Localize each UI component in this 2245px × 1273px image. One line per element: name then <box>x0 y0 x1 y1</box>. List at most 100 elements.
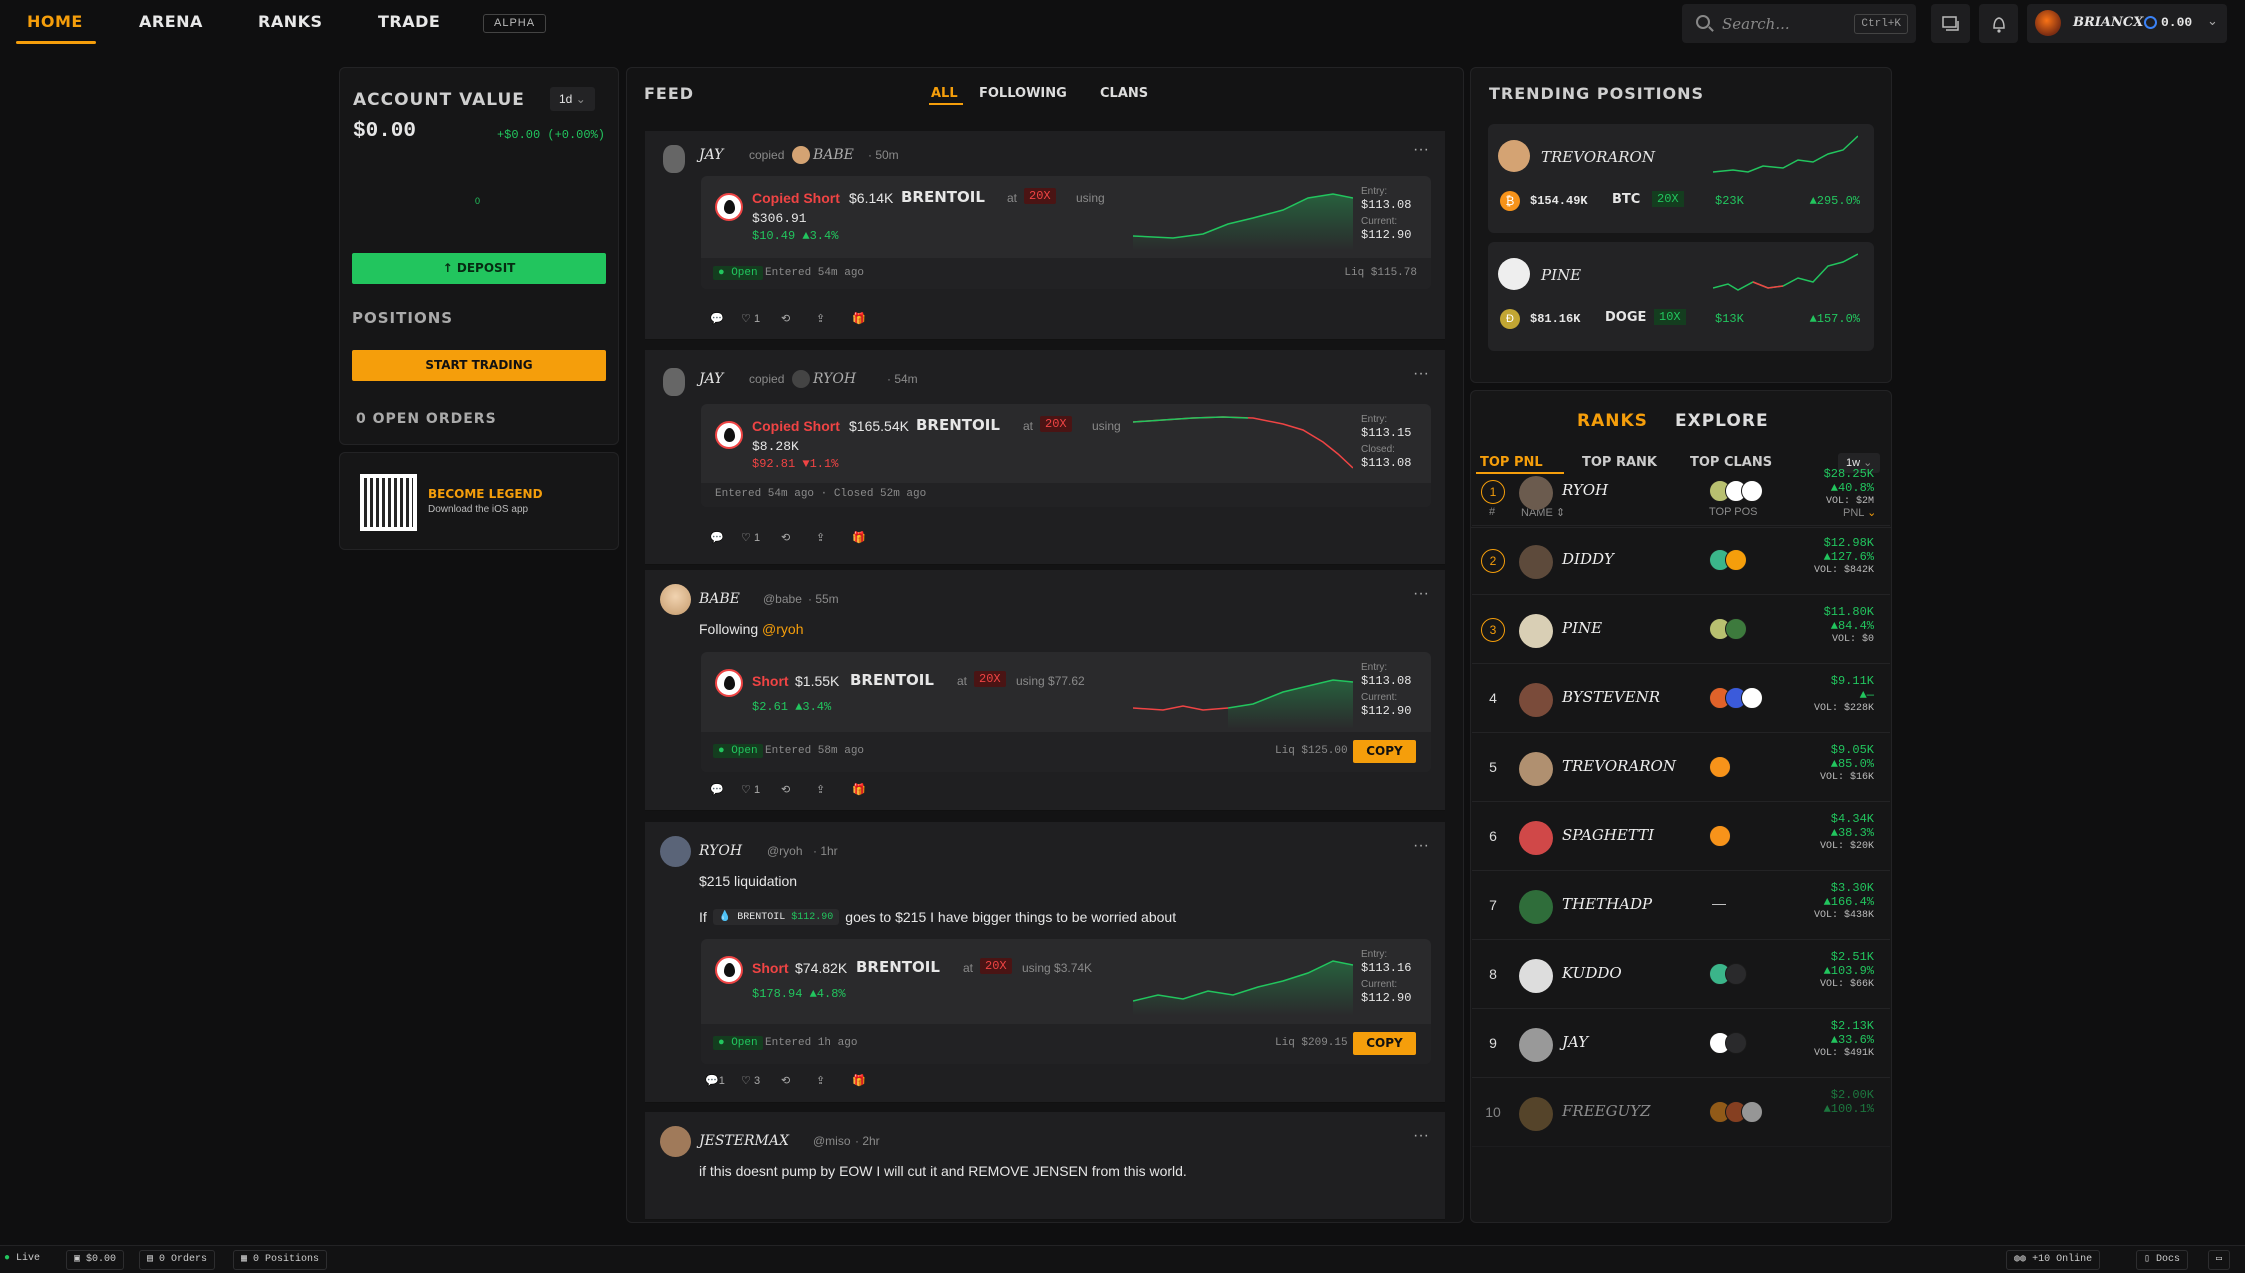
nav-home[interactable]: HOME <box>27 12 83 31</box>
user-avatar <box>1519 683 1553 717</box>
account-value-title: ACCOUNT VALUE <box>353 90 525 110</box>
tab-ranks[interactable]: RANKS <box>1577 411 1648 431</box>
online-users[interactable]: ◍◍ +10 Online <box>2006 1250 2101 1270</box>
tab-explore[interactable]: EXPLORE <box>1675 411 1769 431</box>
like-button[interactable]: ♡ 3 <box>741 1074 760 1087</box>
start-trading-button[interactable]: START TRADING <box>352 350 606 381</box>
liq-price: Liq $115.78 <box>1344 267 1417 279</box>
post-username[interactable]: RYOH <box>699 843 742 859</box>
copy-trade-button[interactable]: COPY <box>1353 740 1416 763</box>
more-icon[interactable]: ··· <box>1413 365 1429 383</box>
feed-post: JAY copied BABE · 50m ··· Copied Short $… <box>645 131 1445 340</box>
rank-row[interactable]: 4 BYSTEVENR $9.11K ▲— VOL: $228K <box>1472 664 1890 733</box>
post-username[interactable]: JAY <box>699 147 723 163</box>
drop-icon: 💧 <box>718 912 732 923</box>
liq-price: Liq $125.00 <box>1275 745 1348 757</box>
feed-post: RYOH @ryoh · 1hr ··· $215 liquidation If… <box>645 822 1445 1103</box>
search-input[interactable]: Search... Ctrl+K <box>1682 4 1916 43</box>
repost-icon[interactable]: ⟲ <box>781 783 790 796</box>
rank-row[interactable]: 7 THETHADP — $3.30K ▲166.4% VOL: $438K <box>1472 871 1890 940</box>
comment-button[interactable]: 💬1 <box>705 1074 725 1087</box>
user-menu[interactable]: BRIANCX 0.00 ⌄ <box>2027 4 2227 43</box>
trade-sparkline <box>1133 193 1353 251</box>
share-icon[interactable]: ⇪ <box>816 1074 825 1087</box>
trending-card[interactable]: PINE Ð $81.16K DOGE 10X $13K ▲157.0% <box>1488 242 1874 351</box>
nav-arena[interactable]: ARENA <box>139 12 203 31</box>
trade-card[interactable]: Copied Short $165.54K BRENTOIL at 20X us… <box>701 404 1431 507</box>
nav-trade[interactable]: TRADE <box>378 12 440 31</box>
repost-icon[interactable]: ⟲ <box>781 1074 790 1087</box>
mention-link[interactable]: @ryoh <box>762 621 803 637</box>
asset-chip[interactable]: 💧 BRENTOIL $112.90 <box>712 909 840 925</box>
gift-icon[interactable]: 🎁 <box>852 783 866 796</box>
rank-row[interactable]: 6 SPAGHETTI $4.34K ▲38.3% VOL: $20K <box>1472 802 1890 871</box>
post-username[interactable]: JESTERMAX <box>699 1133 789 1149</box>
user-avatar <box>1519 1028 1553 1062</box>
footer-balance[interactable]: ▣ $0.00 <box>66 1250 125 1270</box>
nav-ranks[interactable]: RANKS <box>258 12 323 31</box>
post-target[interactable]: BABE <box>813 147 854 163</box>
comment-icon[interactable]: 💬 <box>710 312 724 325</box>
ios-app-promo[interactable]: BECOME LEGEND Download the iOS app <box>339 452 619 550</box>
comment-icon[interactable]: 💬 <box>710 783 724 796</box>
trade-size: $74.82K <box>795 960 848 976</box>
more-icon[interactable]: ··· <box>1413 141 1429 159</box>
trade-card[interactable]: Short $74.82K BRENTOIL at 20X using $3.7… <box>701 939 1431 1064</box>
rank-pnl: $3.30K ▲166.4% VOL: $438K <box>1814 881 1874 923</box>
post-action: copied <box>749 372 785 386</box>
share-icon[interactable]: ⇪ <box>816 531 825 544</box>
deposit-button[interactable]: ↑ DEPOSIT <box>352 253 606 284</box>
layout-toggle[interactable]: ▭ <box>2208 1250 2231 1270</box>
alpha-badge: ALPHA <box>483 14 547 33</box>
rank-number: 3 <box>1481 618 1505 642</box>
footer-orders[interactable]: ▤ 0 Orders <box>139 1250 216 1270</box>
trade-card[interactable]: Copied Short $6.14K BRENTOIL at 20X usin… <box>701 176 1431 289</box>
rank-row[interactable]: 1 RYOH $28.25K ▲40.8% VOL: $2M <box>1472 457 1890 526</box>
rank-row[interactable]: 3 PINE $11.80K ▲84.4% VOL: $0 <box>1472 595 1890 664</box>
more-icon[interactable]: ··· <box>1413 585 1429 603</box>
closed-label: Closed: <box>1361 444 1395 455</box>
copy-trade-button[interactable]: COPY <box>1353 1032 1416 1055</box>
notifications-button[interactable] <box>1979 4 2018 43</box>
repost-icon[interactable]: ⟲ <box>781 312 790 325</box>
post-target[interactable]: RYOH <box>813 371 856 387</box>
share-icon[interactable]: ⇪ <box>816 312 825 325</box>
docs-link[interactable]: ▯ Docs <box>2136 1250 2189 1270</box>
more-icon[interactable]: ··· <box>1413 837 1429 855</box>
comment-icon[interactable]: 💬 <box>710 531 724 544</box>
rank-username: KUDDO <box>1562 964 1622 982</box>
tab-clans[interactable]: CLANS <box>1100 86 1148 101</box>
trending-card[interactable]: TREVORARON ₿ $154.49K BTC 20X $23K ▲295.… <box>1488 124 1874 233</box>
leverage-badge: 20X <box>1652 191 1684 207</box>
rank-row[interactable]: 2 DIDDY $12.98K ▲127.6% VOL: $842K <box>1472 526 1890 595</box>
post-username[interactable]: BABE <box>699 591 740 607</box>
gift-icon[interactable]: 🎁 <box>852 312 866 325</box>
gift-icon[interactable]: 🎁 <box>852 1074 866 1087</box>
chat-button[interactable] <box>1931 4 1970 43</box>
trade-footer: ● Open Entered 54m ago Liq $115.78 <box>701 258 1431 289</box>
trade-card[interactable]: Short $1.55K BRENTOIL at 20X using $77.6… <box>701 652 1431 772</box>
repost-icon[interactable]: ⟲ <box>781 531 790 544</box>
like-button[interactable]: ♡ 1 <box>741 531 760 544</box>
more-icon[interactable]: ··· <box>1413 1127 1429 1145</box>
gift-icon[interactable]: 🎁 <box>852 531 866 544</box>
rank-row[interactable]: 8 KUDDO $2.51K ▲103.9% VOL: $66K <box>1472 940 1890 1009</box>
like-button[interactable]: ♡ 1 <box>741 783 760 796</box>
like-button[interactable]: ♡ 1 <box>741 312 760 325</box>
pnl-pct: ▲127.6% <box>1823 550 1874 564</box>
rank-row[interactable]: 10 FREEGUYZ $2.00K ▲100.1% <box>1472 1078 1890 1147</box>
post-username[interactable]: JAY <box>699 371 723 387</box>
heart-icon: ♡ <box>741 1075 751 1087</box>
trade-label: Copied Short <box>752 190 840 206</box>
trending-pct: ▲295.0% <box>1809 194 1860 208</box>
tab-all[interactable]: ALL <box>931 86 958 101</box>
footer-positions[interactable]: ▦ 0 Positions <box>233 1250 328 1270</box>
rank-row[interactable]: 9 JAY $2.13K ▲33.6% VOL: $491K <box>1472 1009 1890 1078</box>
tab-following[interactable]: FOLLOWING <box>979 86 1067 101</box>
entry-label: Entry: <box>1361 949 1388 960</box>
entry-label: Entry: <box>1361 186 1388 197</box>
share-icon[interactable]: ⇪ <box>816 783 825 796</box>
pnl-volume: VOL: $16K <box>1819 772 1874 783</box>
period-select[interactable]: 1d ⌄ <box>550 87 595 111</box>
rank-row[interactable]: 5 TREVORARON $9.05K ▲85.0% VOL: $16K <box>1472 733 1890 802</box>
